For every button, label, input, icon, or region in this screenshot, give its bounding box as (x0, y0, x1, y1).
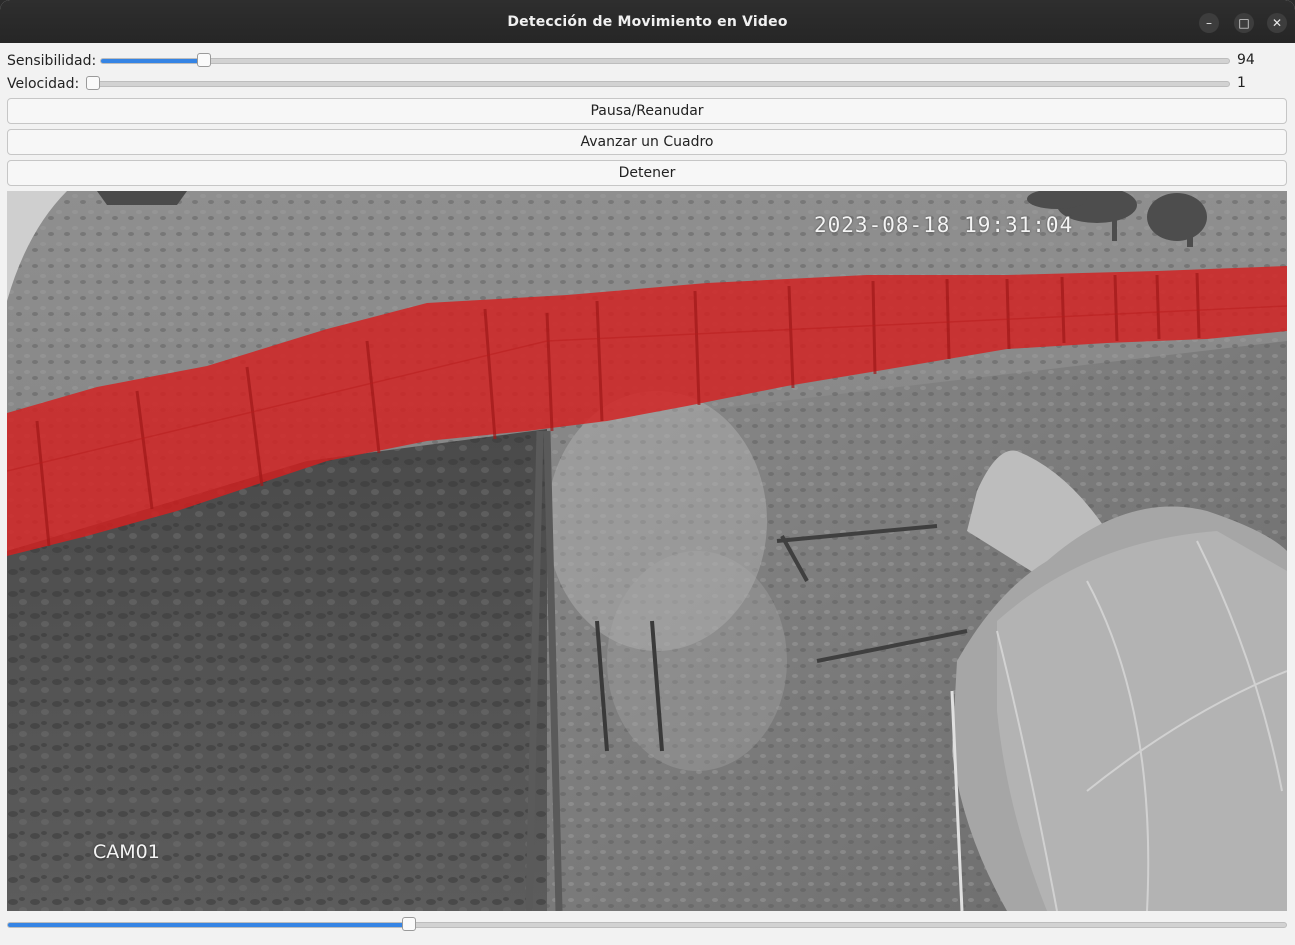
sensitivity-slider-fill (101, 59, 203, 63)
sensitivity-row: Sensibilidad: (7, 51, 96, 71)
close-icon[interactable]: ✕ (1267, 13, 1287, 33)
playback-seek-fill (8, 923, 408, 927)
title-bar[interactable]: Detección de Movimiento en Video – □ ✕ (0, 0, 1295, 43)
sensitivity-label: Sensibilidad: (7, 53, 97, 69)
stop-button[interactable]: Detener (7, 160, 1287, 186)
minimize-icon[interactable]: – (1199, 13, 1219, 33)
step-frame-button[interactable]: Avanzar un Cuadro (7, 129, 1287, 155)
sensitivity-slider[interactable] (100, 53, 1230, 67)
speed-value: 1 (1237, 75, 1246, 91)
speed-slider[interactable] (86, 76, 1230, 90)
window-title: Detección de Movimiento en Video (507, 13, 788, 30)
speed-row: Velocidad: (7, 74, 79, 94)
speed-slider-handle[interactable] (86, 76, 100, 90)
app-window: Detección de Movimiento en Video – □ ✕ S… (0, 0, 1295, 945)
pause-resume-button[interactable]: Pausa/Reanudar (7, 98, 1287, 124)
sensitivity-value: 94 (1237, 52, 1255, 68)
speed-label: Velocidad: (7, 76, 80, 92)
playback-seek-handle[interactable] (402, 917, 416, 931)
video-image (7, 191, 1287, 911)
video-timestamp: 2023-08-18 19:31:04 (814, 213, 1074, 237)
maximize-icon[interactable]: □ (1234, 13, 1254, 33)
video-frame: 2023-08-18 19:31:04 CAM01 (7, 191, 1287, 911)
playback-seek-slider[interactable] (7, 917, 1287, 931)
camera-label: CAM01 (93, 841, 160, 863)
sensitivity-slider-handle[interactable] (196, 53, 211, 67)
